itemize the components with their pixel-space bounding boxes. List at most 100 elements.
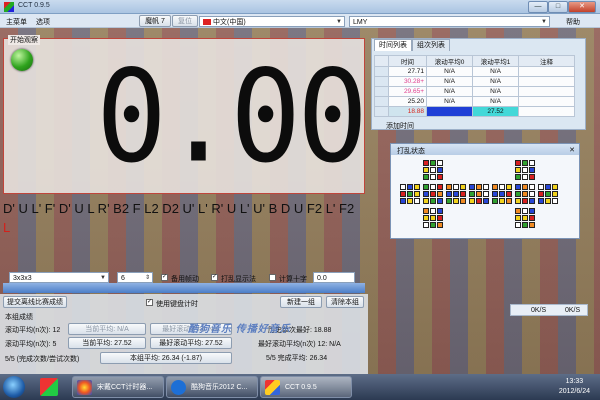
cube-sticker (522, 191, 528, 197)
cube-sticker (522, 198, 528, 204)
close-icon[interactable]: ✕ (569, 146, 575, 154)
option-checkbox-3[interactable] (269, 274, 276, 281)
comment-cell[interactable] (518, 66, 575, 77)
cube-face-left (400, 184, 421, 205)
scramble-text: D' U L' F' D' U L R' B2 F L2 D2 U' L' R'… (3, 199, 365, 237)
language-select[interactable]: 中文(中国) ▼ (199, 16, 345, 27)
puzzle-select[interactable]: 3x3x3 ▼ (9, 272, 109, 283)
use-keyboard-checkbox[interactable]: ✓ (146, 299, 153, 306)
menu-bar: 主菜单 选项 魔帆 7 复位 中文(中国) ▼ LMY ▼ 帮助 (0, 14, 600, 28)
cube-sticker (545, 198, 551, 204)
menu-options[interactable]: 选项 (36, 17, 50, 27)
option-field[interactable]: 0.0 (313, 272, 355, 283)
taskbar-item-3[interactable]: CCT 0.9.5 (260, 376, 352, 398)
table-header-row: 时间 滚动平均0 滚动平均1 注释 (374, 55, 575, 67)
average-cell: N/A (472, 96, 519, 107)
cube-sticker (423, 198, 429, 204)
option-checkbox-2[interactable]: ✓ (211, 274, 218, 281)
time-cell: 29.65+ (388, 86, 427, 97)
table-row[interactable]: 30.28+ N/A N/A (374, 76, 575, 87)
pinned-app-icon[interactable] (40, 378, 58, 396)
cube-sticker (529, 215, 535, 221)
comment-cell[interactable] (518, 96, 575, 107)
cube-sticker (506, 198, 512, 204)
cube-sticker (469, 184, 475, 190)
cube-sticker (453, 198, 459, 204)
cube-sticker (483, 198, 489, 204)
average-cell: 27.52 (472, 106, 519, 117)
table-row[interactable]: 18.88 27.52 (374, 106, 575, 117)
cube-sticker (515, 215, 521, 221)
cube-sticker (515, 208, 521, 214)
cube-sticker (552, 198, 558, 204)
user-select[interactable]: LMY ▼ (349, 16, 550, 27)
cube-sticker (506, 184, 512, 190)
tab-times-list[interactable]: 时间列表 (374, 39, 412, 51)
status-light-icon (11, 49, 33, 71)
table-row[interactable]: 25.20 N/A N/A (374, 96, 575, 107)
cube-icon (265, 380, 280, 395)
cube-sticker (506, 191, 512, 197)
cube-sticker (483, 191, 489, 197)
session-row-label-3: 5/5 (完成次数/尝试次数) (5, 356, 80, 363)
new-session-button[interactable]: 新建一组 (280, 296, 322, 308)
cube-sticker (529, 160, 535, 166)
cube-face-up-2 (515, 160, 536, 181)
clock-date: 2012/6/24 (558, 388, 590, 395)
time-cell: 25.20 (388, 96, 427, 107)
comment-cell[interactable] (518, 106, 575, 117)
timer-display: 0.00 (96, 41, 368, 191)
comment-cell[interactable] (518, 86, 575, 97)
watermark-text: 酷狗音乐 传播好音乐 (188, 324, 291, 335)
scramble-length-spinner[interactable]: 6 ⇕ (117, 272, 153, 283)
menu-main[interactable]: 主菜单 (6, 17, 27, 27)
cube-sticker (423, 208, 429, 214)
taskbar-item-2[interactable]: 酷狗音乐2012 C... (166, 376, 258, 398)
cube-sticker (515, 160, 521, 166)
download-speed: 0K/S (565, 307, 581, 314)
taskbar: 宋戴CCT计时器... 酷狗音乐2012 C... CCT 0.9.5 13:3… (0, 374, 600, 400)
cube-sticker (469, 191, 475, 197)
add-time-label[interactable]: 添加时间 (386, 121, 414, 131)
cube-sticker (538, 191, 544, 197)
cube-sticker (522, 174, 528, 180)
option-field-value: 0.0 (317, 275, 327, 282)
cube-sticker (446, 191, 452, 197)
maximize-button[interactable]: □ (548, 1, 568, 13)
option-checkbox-1[interactable]: ✓ (161, 274, 168, 281)
submit-results-button[interactable]: 提交离线比赛成绩 (3, 296, 67, 308)
cube-sticker (446, 198, 452, 204)
cube-sticker (469, 198, 475, 204)
scramble-type-button[interactable]: 魔帆 7 (139, 15, 171, 27)
comment-cell[interactable] (518, 76, 575, 87)
current-average-button-2[interactable]: 当前平均: 27.52 (68, 337, 146, 349)
cube-sticker (400, 184, 406, 190)
cube-sticker (423, 174, 429, 180)
cube-sticker (522, 208, 528, 214)
close-button[interactable]: ✕ (568, 1, 596, 13)
tab-session-list[interactable]: 组次列表 (412, 39, 450, 51)
clear-session-button[interactable]: 清除本组 (326, 296, 364, 308)
cube-sticker (476, 191, 482, 197)
menu-help[interactable]: 帮助 (566, 17, 580, 27)
row-index (374, 86, 389, 97)
table-row[interactable]: 27.71 N/A N/A (374, 66, 575, 77)
session-average-button[interactable]: 本组平均: 26.34 (-1.87) (100, 352, 232, 364)
table-row[interactable]: 29.65+ N/A N/A (374, 86, 575, 97)
best-rolling-average-button-2[interactable]: 最好滚动平均: 27.52 (150, 337, 232, 349)
reset-button[interactable]: 复位 (172, 15, 198, 27)
upload-speed: 0K/S (531, 307, 547, 314)
cube-sticker (522, 222, 528, 228)
column-header: 滚动平均0 (426, 55, 473, 67)
system-clock[interactable]: 13:33 2012/6/24 (559, 377, 590, 397)
cube-face-front-2 (515, 184, 536, 205)
column-header: 滚动平均1 (472, 55, 519, 67)
scroll-strip[interactable] (3, 283, 365, 293)
current-average-button-1[interactable]: 当前平均: N/A (68, 323, 146, 335)
taskbar-item-1[interactable]: 宋戴CCT计时器... (72, 376, 164, 398)
cube-sticker (414, 184, 420, 190)
cube-sticker (545, 184, 551, 190)
minimize-button[interactable]: — (528, 1, 548, 13)
timer-panel[interactable]: 开始观察 0.00 (3, 35, 368, 194)
start-button[interactable] (3, 376, 25, 398)
